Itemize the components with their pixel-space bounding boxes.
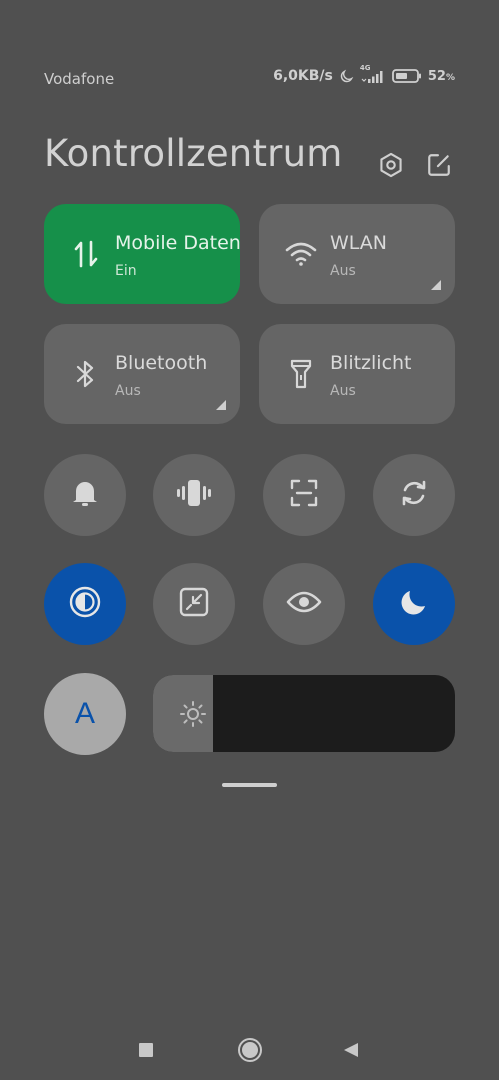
settings-hexagon-icon[interactable] — [376, 150, 406, 180]
home-circle-icon[interactable] — [235, 1035, 265, 1065]
tile-label: Mobile Daten — [115, 232, 240, 254]
moon-icon — [339, 69, 354, 84]
network-type: 4G — [359, 64, 371, 72]
invert-colors-icon — [68, 585, 102, 623]
bell-icon — [71, 478, 99, 512]
eye-icon — [286, 590, 322, 618]
vibrate-icon — [177, 478, 211, 512]
tile-state: Ein — [115, 263, 137, 279]
toggle-dark-mode[interactable] — [373, 563, 455, 645]
edit-icon[interactable] — [424, 150, 454, 180]
battery-icon — [391, 69, 422, 83]
brightness-slider[interactable] — [153, 675, 455, 752]
back-triangle-icon[interactable] — [336, 1035, 366, 1065]
toggle-auto-rotate[interactable] — [373, 454, 455, 536]
tile-label: Bluetooth — [115, 352, 208, 374]
sun-icon — [179, 700, 207, 728]
tile-bluetooth[interactable]: Bluetooth Aus — [44, 324, 240, 424]
recents-square-icon[interactable] — [131, 1035, 161, 1065]
floating-window-icon — [179, 587, 209, 621]
tile-state: Aus — [330, 383, 356, 399]
auto-brightness-button[interactable]: A — [44, 673, 126, 755]
auto-brightness-icon: A — [74, 697, 95, 730]
wifi-icon — [285, 238, 317, 270]
toggle-reading-mode[interactable] — [263, 563, 345, 645]
toggle-floating-window[interactable] — [153, 563, 235, 645]
tile-flashlight[interactable]: Blitzlicht Aus — [259, 324, 455, 424]
moon-icon — [399, 587, 429, 621]
carrier-name: Vodafone — [44, 70, 115, 88]
toggle-vibrate[interactable] — [153, 454, 235, 536]
mobile-data-icon — [70, 238, 102, 270]
battery-unit: % — [445, 72, 455, 83]
control-center-screen: Vodafone 6,0KB/s 4G 52% Kontrollzentrum … — [0, 0, 499, 1080]
tile-mobile-data[interactable]: Mobile Daten Ein — [44, 204, 240, 304]
expand-corner-icon[interactable] — [216, 400, 226, 410]
net-speed: 6,0KB/s — [273, 68, 333, 84]
status-icons: 6,0KB/s 4G 52% — [273, 64, 455, 84]
screenshot-icon — [289, 478, 319, 512]
toggle-screenshot[interactable] — [263, 454, 345, 536]
tile-label: WLAN — [330, 232, 388, 254]
toggle-invert-colors[interactable] — [44, 563, 126, 645]
tile-state: Aus — [115, 383, 141, 399]
signal-icon: 4G — [360, 64, 386, 83]
page-title: Kontrollzentrum — [44, 132, 343, 175]
tile-wlan[interactable]: WLAN Aus — [259, 204, 455, 304]
bluetooth-icon — [70, 358, 102, 390]
auto-rotate-icon — [399, 478, 429, 512]
expand-corner-icon[interactable] — [431, 280, 441, 290]
flashlight-icon — [285, 358, 317, 390]
battery-percent: 52% — [428, 69, 455, 84]
toggle-sound[interactable] — [44, 454, 126, 536]
tile-state: Aus — [330, 263, 356, 279]
battery-value: 52 — [427, 68, 446, 84]
drag-handle[interactable] — [222, 783, 277, 787]
tile-label: Blitzlicht — [330, 352, 412, 374]
